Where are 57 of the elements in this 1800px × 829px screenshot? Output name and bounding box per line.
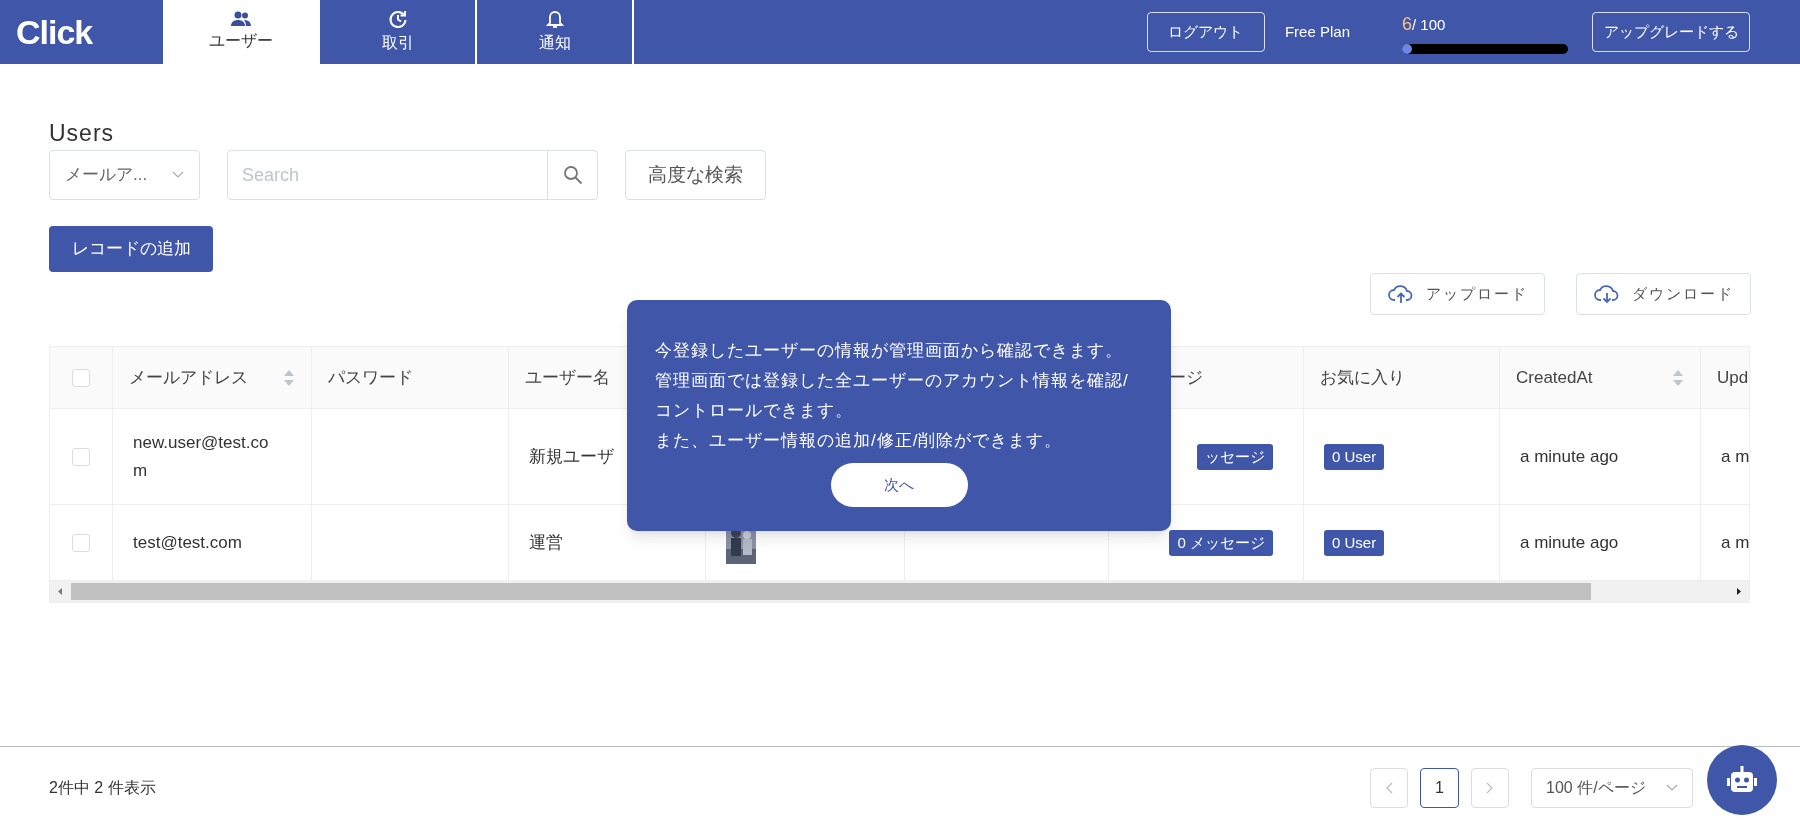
cloud-upload-icon xyxy=(1387,284,1414,304)
nav-tab[interactable]: ユーザー xyxy=(163,0,320,64)
add-record-button[interactable]: レコードの追加 xyxy=(49,226,213,272)
chevron-down-icon xyxy=(1666,784,1678,792)
page-title: Users xyxy=(49,119,116,148)
users-icon xyxy=(229,11,252,27)
column-header: ージ xyxy=(1169,366,1203,389)
column-header: CreatedAt xyxy=(1516,366,1593,389)
cloud-download-icon xyxy=(1593,284,1620,304)
search-field[interactable]: Search xyxy=(227,150,598,200)
upgrade-button[interactable]: アップグレードする xyxy=(1592,12,1750,52)
chevron-down-icon xyxy=(172,171,184,179)
column-header: パスワード xyxy=(328,366,413,389)
page-size-dropdown[interactable]: 100 件/ページ xyxy=(1531,768,1693,808)
plan-label: Free Plan xyxy=(1284,21,1350,42)
column-header: ユーザー名 xyxy=(525,366,610,389)
table-cell-text: new.user@test.com xyxy=(133,431,270,482)
chevron-left-icon xyxy=(1385,782,1393,794)
sort-icon[interactable] xyxy=(283,368,295,387)
page-button[interactable]: 1 xyxy=(1420,768,1459,808)
favorite-count-tag: 0 User xyxy=(1324,443,1385,470)
table-cell-text: a m xyxy=(1721,445,1749,468)
field-dropdown[interactable]: メールア... xyxy=(49,150,200,200)
advanced-search-button[interactable]: 高度な検索 xyxy=(625,150,766,200)
bell-icon xyxy=(545,9,564,29)
horizontal-scrollbar[interactable] xyxy=(50,581,1749,602)
history-icon xyxy=(387,9,408,29)
next-page-button[interactable] xyxy=(1471,768,1509,808)
usage-count: 6/ 100 xyxy=(1402,12,1447,36)
table-cell-text: a m xyxy=(1721,531,1749,554)
logo: Click xyxy=(16,11,93,53)
checkbox[interactable] xyxy=(72,533,90,552)
result-summary: 2件中 2 件表示 xyxy=(49,778,156,798)
table-cell-text: a minute ago xyxy=(1520,531,1619,554)
message-count-tag: ッセージ xyxy=(1197,443,1273,470)
download-button[interactable]: ダウンロード xyxy=(1576,273,1751,315)
next-button[interactable]: 次へ xyxy=(830,463,968,507)
search-input[interactable]: Search xyxy=(228,151,547,199)
previous-page-button[interactable] xyxy=(1370,768,1408,808)
table-cell-text: test@test.com xyxy=(133,531,243,554)
upload-button[interactable]: アップロード xyxy=(1370,273,1545,315)
table-cell-text: a minute ago xyxy=(1520,445,1619,468)
column-header: Upd xyxy=(1717,366,1749,389)
favorite-count-tag: 0 User xyxy=(1324,529,1385,556)
tour-text: 今登録したユーザーの情報が管理画面から確認できます。 管理画面では登録した全ユーザーのアカウント情報を確認/コントロールできます。 また、ユーザー情報の追加/修正/削除ができます。 xyxy=(655,340,1130,452)
logout-button[interactable]: ログアウト xyxy=(1146,12,1265,52)
column-header: お気に入り xyxy=(1320,366,1405,389)
message-count-tag: 0 メッセージ xyxy=(1169,529,1273,556)
column-header: メールアドレス xyxy=(129,366,248,389)
checkbox[interactable] xyxy=(72,368,90,387)
search-icon xyxy=(562,165,583,185)
chevron-right-icon xyxy=(1486,782,1494,794)
table-cell-text: 新規ユーザ xyxy=(529,445,614,468)
sort-icon[interactable] xyxy=(1672,368,1684,387)
robot-icon xyxy=(1726,766,1758,794)
checkbox[interactable] xyxy=(72,447,90,466)
table-cell-text: 運営 xyxy=(529,531,563,554)
